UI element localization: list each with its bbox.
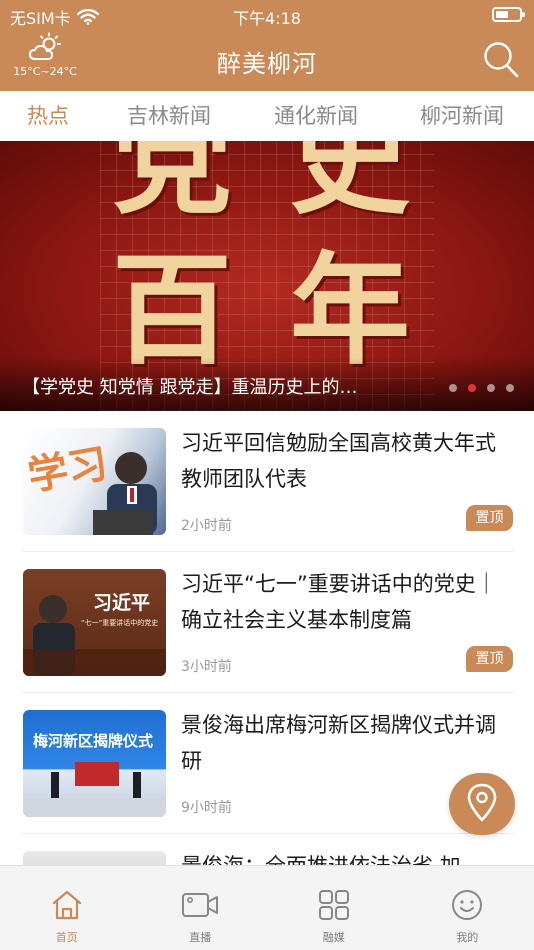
banner-image-char: 百 <box>112 240 232 381</box>
grid-icon <box>318 890 349 920</box>
tab-tonghua-news[interactable]: 通化新闻 <box>242 91 390 141</box>
banner-image-char: 党 <box>112 141 232 231</box>
carousel-dot[interactable] <box>506 384 514 392</box>
news-item[interactable]: 学习 习近平回信勉励全国高校黄大年式教师团队代表 2小时前 置顶 <box>23 411 513 552</box>
news-time: 2小时前 <box>181 518 232 534</box>
news-thumbnail: 梅河新区揭牌仪式 <box>23 710 166 817</box>
thumb-headline: 习近平 <box>93 592 150 614</box>
app-header: 15°C~24°C 醉美柳河 <box>0 30 534 91</box>
news-thumbnail: 学习 <box>23 428 166 535</box>
news-thumbnail: 习近平 “七一”重要讲话中的党史 <box>23 569 166 676</box>
tab-liuhe-news[interactable]: 柳河新闻 <box>390 91 534 141</box>
news-thumbnail-art: 学习 <box>24 440 157 535</box>
carousel-dot-active[interactable] <box>468 384 476 392</box>
news-item[interactable]: 景俊海：全面推进依法治省 加 <box>23 834 513 865</box>
bottom-nav-media[interactable]: 融媒 <box>267 866 401 950</box>
home-icon <box>52 890 81 920</box>
status-time: 下午4:18 <box>233 9 301 28</box>
news-title: 景俊海出席梅河新区揭牌仪式并调研 <box>181 713 496 773</box>
pinned-badge: 置顶 <box>466 646 513 672</box>
tab-hot[interactable]: 热点 <box>0 91 96 141</box>
news-title: 习近平“七一”重要讲话中的党史｜确立社会主义基本制度篇 <box>181 572 497 632</box>
news-item[interactable]: 梅河新区揭牌仪式 景俊海出席梅河新区揭牌仪式并调研 9小时前 <box>23 693 513 834</box>
video-camera-icon <box>182 893 219 917</box>
thumb-subtitle: “七一”重要讲话中的党史 <box>81 618 158 627</box>
news-thumbnail-art: 习近平 “七一”重要讲话中的党史 <box>23 592 166 676</box>
news-time: 9小时前 <box>181 800 232 816</box>
thumb-calligraphy: 学习 <box>24 440 111 500</box>
banner-caption-overlay: 【学党史 知党情 跟党走】重温历史上的… <box>0 357 534 411</box>
thumb-headline: 梅河新区揭牌仪式 <box>33 732 153 750</box>
bottom-nav-label: 我的 <box>456 931 479 944</box>
news-item[interactable]: 习近平 “七一”重要讲话中的党史 习近平“七一”重要讲话中的党史｜确立社会主义基… <box>23 552 513 693</box>
bottom-nav-home[interactable]: 首页 <box>0 866 134 950</box>
news-time: 3小时前 <box>181 659 232 675</box>
battery-icon <box>492 7 525 22</box>
bottom-nav-profile[interactable]: 我的 <box>401 866 534 950</box>
location-button[interactable] <box>449 773 515 835</box>
search-icon <box>484 42 519 78</box>
tab-jilin-news[interactable]: 吉林新闻 <box>96 91 242 141</box>
search-button[interactable] <box>482 40 520 80</box>
location-pin-icon <box>467 783 497 822</box>
carousel-dot[interactable] <box>487 384 495 392</box>
carousel-dots <box>449 384 514 392</box>
banner-image-char: 史 <box>290 141 410 231</box>
bottom-nav-label: 首页 <box>55 931 78 944</box>
banner-caption: 【学党史 知党情 跟党走】重温历史上的… <box>22 377 358 398</box>
bottom-nav-label: 直播 <box>189 931 212 944</box>
bottom-nav-label: 融媒 <box>322 931 345 944</box>
battery-level <box>496 11 508 18</box>
smiley-icon <box>452 890 483 920</box>
bottom-nav-live[interactable]: 直播 <box>134 866 268 950</box>
news-title: 景俊海：全面推进依法治省 加 <box>181 848 511 865</box>
news-thumbnail <box>23 851 166 865</box>
app-title: 醉美柳河 <box>217 50 317 78</box>
carousel-dot[interactable] <box>449 384 457 392</box>
bottom-nav: 首页 直播 融媒 我的 <box>0 865 534 950</box>
banner-carousel[interactable]: 党 史 百 年 【学党史 知党情 跟党走】重温历史上的… <box>0 141 534 411</box>
status-bar: 无SIM卡 下午4:18 <box>0 0 534 30</box>
banner-image-char: 年 <box>290 240 410 381</box>
news-thumbnail-art: 梅河新区揭牌仪式 <box>23 732 166 817</box>
category-tabs: 热点 吉林新闻 通化新闻 柳河新闻 <box>0 91 534 141</box>
pinned-badge: 置顶 <box>466 505 513 531</box>
news-title: 习近平回信勉励全国高校黄大年式教师团队代表 <box>181 431 496 491</box>
